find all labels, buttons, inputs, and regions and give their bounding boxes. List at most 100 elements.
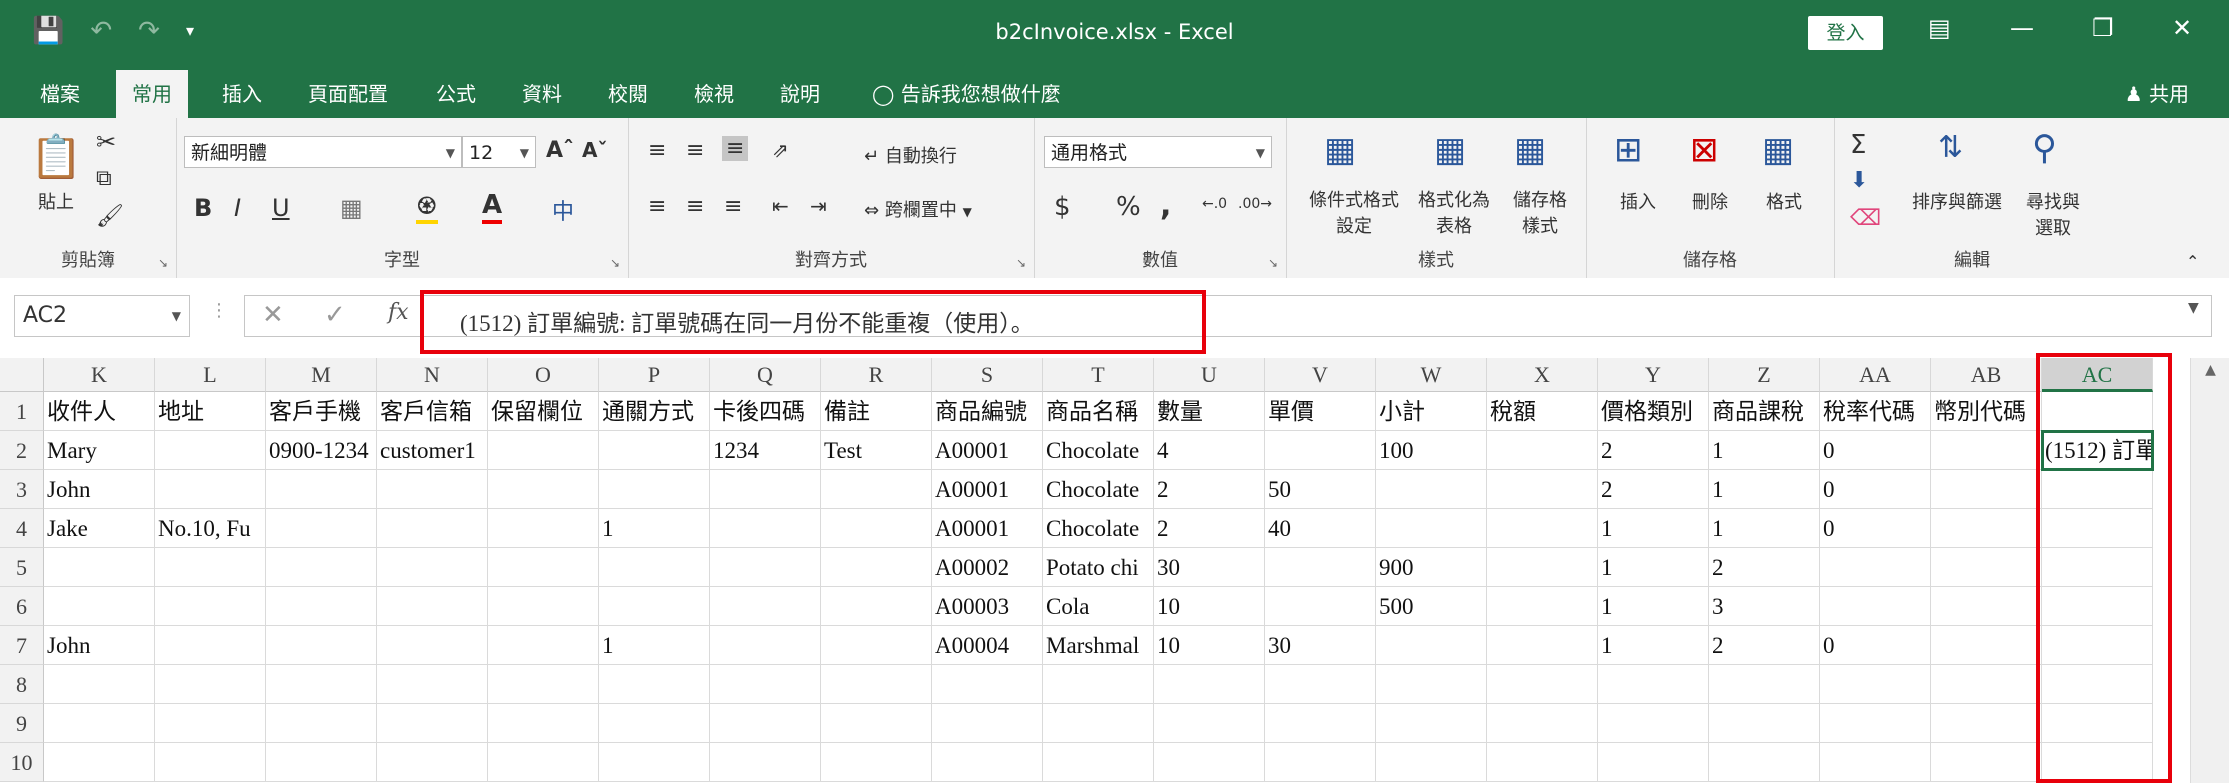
cell-v4[interactable]: 40 <box>1265 509 1376 548</box>
cell-t3[interactable]: Chocolate <box>1043 470 1154 509</box>
cell-u10[interactable] <box>1154 743 1265 782</box>
font-color-icon[interactable]: A <box>482 190 503 224</box>
row-header-3[interactable]: 3 <box>0 470 44 509</box>
cell-ab3[interactable] <box>1931 470 2042 509</box>
top-align-icon[interactable]: ≡ <box>648 138 666 163</box>
cell-ab1[interactable]: 幣別代碼 <box>1931 392 2042 431</box>
column-header-v[interactable]: V <box>1265 358 1376 392</box>
cell-s1[interactable]: 商品編號 <box>932 392 1043 431</box>
cell-o3[interactable] <box>488 470 599 509</box>
cell-y8[interactable] <box>1598 665 1709 704</box>
cell-n3[interactable] <box>377 470 488 509</box>
tab-help[interactable]: 說明 <box>764 70 836 118</box>
cell-m9[interactable] <box>266 704 377 743</box>
cell-t6[interactable]: Cola <box>1043 587 1154 626</box>
cell-r3[interactable] <box>821 470 932 509</box>
cell-k2[interactable]: Mary <box>44 431 155 470</box>
cell-o7[interactable] <box>488 626 599 665</box>
cell-p7[interactable]: 1 <box>599 626 710 665</box>
cell-r7[interactable] <box>821 626 932 665</box>
cell-k8[interactable] <box>44 665 155 704</box>
cell-z9[interactable] <box>1709 704 1820 743</box>
cell-s8[interactable] <box>932 665 1043 704</box>
cell-p8[interactable] <box>599 665 710 704</box>
cell-n5[interactable] <box>377 548 488 587</box>
cell-ab4[interactable] <box>1931 509 2042 548</box>
cell-u3[interactable]: 2 <box>1154 470 1265 509</box>
decrease-decimal-icon[interactable]: .00→ <box>1238 196 1272 212</box>
row-header-9[interactable]: 9 <box>0 704 44 743</box>
cell-k9[interactable] <box>44 704 155 743</box>
cell-x7[interactable] <box>1487 626 1598 665</box>
cell-t5[interactable]: Potato chi <box>1043 548 1154 587</box>
cell-n4[interactable] <box>377 509 488 548</box>
paste-icon[interactable]: 📋 <box>30 132 82 182</box>
column-header-s[interactable]: S <box>932 358 1043 392</box>
cell-t8[interactable] <box>1043 665 1154 704</box>
bottom-align-icon[interactable]: ≡ <box>722 136 749 161</box>
cell-v8[interactable] <box>1265 665 1376 704</box>
cell-r9[interactable] <box>821 704 932 743</box>
cell-o6[interactable] <box>488 587 599 626</box>
cell-s7[interactable]: A00004 <box>932 626 1043 665</box>
font-launcher-icon[interactable]: ↘ <box>610 256 620 270</box>
clipboard-launcher-icon[interactable]: ↘ <box>158 256 168 270</box>
row-header-6[interactable]: 6 <box>0 587 44 626</box>
cell-z5[interactable]: 2 <box>1709 548 1820 587</box>
cell-u6[interactable]: 10 <box>1154 587 1265 626</box>
cell-l10[interactable] <box>155 743 266 782</box>
restore-icon[interactable]: ❐ <box>2092 14 2114 42</box>
cell-q5[interactable] <box>710 548 821 587</box>
row-header-4[interactable]: 4 <box>0 509 44 548</box>
cell-v3[interactable]: 50 <box>1265 470 1376 509</box>
cell-o10[interactable] <box>488 743 599 782</box>
cell-y4[interactable]: 1 <box>1598 509 1709 548</box>
middle-align-icon[interactable]: ≡ <box>686 138 704 163</box>
cell-z6[interactable]: 3 <box>1709 587 1820 626</box>
cell-l9[interactable] <box>155 704 266 743</box>
cell-y5[interactable]: 1 <box>1598 548 1709 587</box>
increase-decimal-icon[interactable]: ←.0 <box>1202 196 1227 212</box>
percent-button[interactable]: % <box>1116 192 1141 222</box>
tab-view[interactable]: 檢視 <box>678 70 750 118</box>
column-header-m[interactable]: M <box>266 358 377 392</box>
cell-x9[interactable] <box>1487 704 1598 743</box>
cell-x2[interactable] <box>1487 431 1598 470</box>
cell-styles-icon[interactable]: ▦ <box>1514 130 1546 170</box>
cell-aa7[interactable]: 0 <box>1820 626 1931 665</box>
borders-icon[interactable]: ▦ <box>340 194 363 222</box>
expand-formula-bar-icon[interactable]: ▼ <box>2188 300 2199 316</box>
cell-aa8[interactable] <box>1820 665 1931 704</box>
cell-r5[interactable] <box>821 548 932 587</box>
minimize-icon[interactable]: — <box>2010 14 2034 42</box>
wrap-text-button[interactable]: ↵ 自動換行 <box>864 142 957 168</box>
format-painter-icon[interactable]: 🖌 <box>96 204 124 229</box>
cell-p5[interactable] <box>599 548 710 587</box>
cell-m4[interactable] <box>266 509 377 548</box>
cell-r6[interactable] <box>821 587 932 626</box>
decrease-indent-icon[interactable]: ⇤ <box>772 194 789 218</box>
cell-n9[interactable] <box>377 704 488 743</box>
format-cells-button[interactable]: 格式 <box>1766 188 1802 214</box>
conditional-formatting-icon[interactable]: ▦ <box>1324 130 1356 170</box>
align-left-icon[interactable]: ≡ <box>648 194 666 219</box>
cell-r2[interactable]: Test <box>821 431 932 470</box>
font-name-select[interactable]: 新細明體 ▼ <box>184 136 462 168</box>
cell-w2[interactable]: 100 <box>1376 431 1487 470</box>
cell-p6[interactable] <box>599 587 710 626</box>
row-header-2[interactable]: 2 <box>0 431 44 470</box>
orientation-icon[interactable]: ⇗ <box>772 138 789 162</box>
row-header-7[interactable]: 7 <box>0 626 44 665</box>
cell-u7[interactable]: 10 <box>1154 626 1265 665</box>
cell-l8[interactable] <box>155 665 266 704</box>
cell-l1[interactable]: 地址 <box>155 392 266 431</box>
find-select-icon[interactable]: ⚲ <box>2032 128 2057 168</box>
column-header-o[interactable]: O <box>488 358 599 392</box>
format-as-table-icon[interactable]: ▦ <box>1434 130 1466 170</box>
tab-formulas[interactable]: 公式 <box>420 70 492 118</box>
phonetic-icon[interactable]: 中 <box>552 194 574 226</box>
cell-s3[interactable]: A00001 <box>932 470 1043 509</box>
cell-z2[interactable]: 1 <box>1709 431 1820 470</box>
cell-x8[interactable] <box>1487 665 1598 704</box>
tab-file[interactable]: 檔案 <box>24 70 96 118</box>
